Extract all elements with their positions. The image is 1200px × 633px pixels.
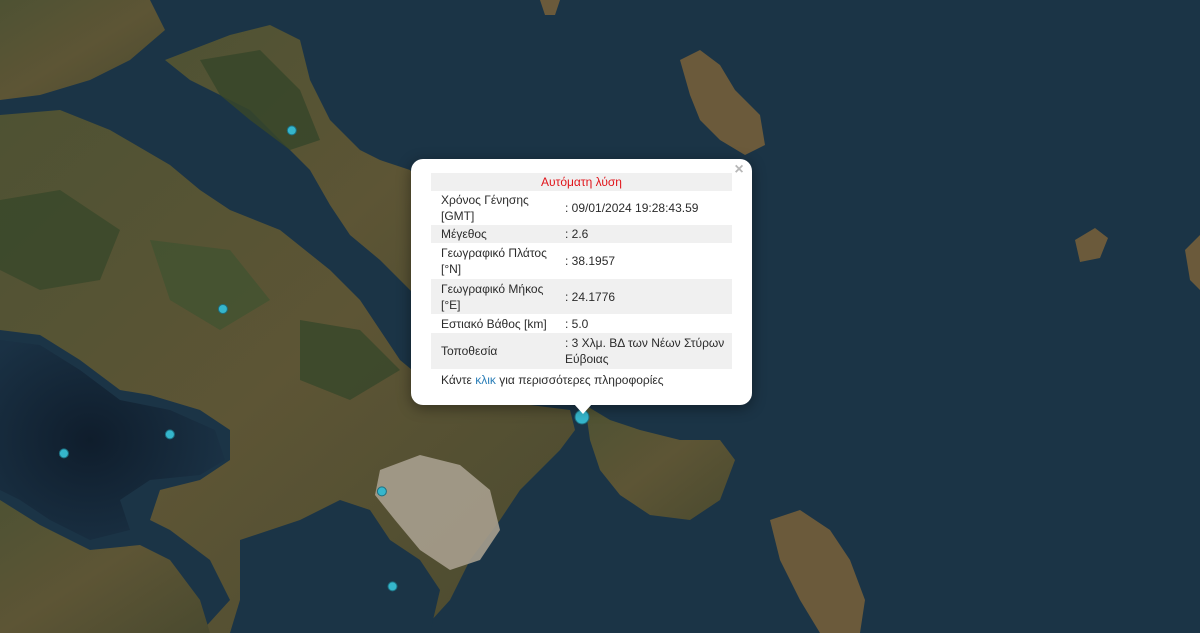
popup-content: Αυτόματη λύση Χρόνος Γένησης [GMT] : 09/… [431, 173, 732, 388]
info-value: : 3 Χλμ. ΒΔ των Νέων Στύρων Εύβοιας [565, 336, 725, 366]
info-label: Χρόνος Γένησης [GMT] [441, 193, 529, 223]
quake-marker[interactable] [217, 304, 228, 314]
info-label: Γεωγραφικό Πλάτος [°N] [441, 246, 547, 276]
quake-marker[interactable] [376, 486, 387, 497]
more-info-suffix: για περισσότερες πληροφορίες [499, 373, 664, 387]
quake-marker[interactable] [58, 448, 69, 459]
info-row-depth: Εστιακό Βάθος [km] : 5.0 [431, 314, 732, 333]
more-info-prefix: Κάντε [441, 373, 472, 387]
quake-marker[interactable] [387, 581, 398, 592]
info-value: : 38.1957 [565, 254, 616, 268]
info-row-latitude: Γεωγραφικό Πλάτος [°N] : 38.1957 [431, 243, 732, 279]
info-label: Εστιακό Βάθος [km] [441, 316, 547, 331]
more-info-line: Κάντε κλικ για περισσότερες πληροφορίες [431, 372, 732, 388]
popup-tip [574, 404, 592, 414]
earthquake-info-table: Χρόνος Γένησης [GMT] : 09/01/2024 19:28:… [431, 191, 732, 369]
info-value: : 24.1776 [565, 289, 616, 304]
info-row-longitude: Γεωγραφικό Μήκος [°E] : 24.1776 [431, 279, 732, 314]
info-value: : 2.6 [565, 227, 589, 241]
info-value: : 09/01/2024 19:28:43.59 [565, 201, 699, 215]
popup-heading: Αυτόματη λύση [431, 173, 732, 191]
info-value: : 5.0 [565, 316, 589, 331]
earthquake-popup: × Αυτόματη λύση Χρόνος Γένησης [GMT] : 0… [411, 159, 752, 414]
quake-marker[interactable] [164, 429, 175, 440]
info-row-magnitude: Μέγεθος : 2.6 [431, 225, 732, 243]
quake-marker[interactable] [286, 125, 297, 136]
info-label: Τοποθεσία [441, 344, 498, 358]
more-info-link[interactable]: κλικ [475, 373, 496, 387]
info-row-origin-time: Χρόνος Γένησης [GMT] : 09/01/2024 19:28:… [431, 191, 732, 225]
info-label: Γεωγραφικό Μήκος [°E] [441, 281, 544, 312]
info-row-location: Τοποθεσία : 3 Χλμ. ΒΔ των Νέων Στύρων Εύ… [431, 333, 732, 369]
info-label: Μέγεθος [441, 227, 487, 241]
close-icon[interactable]: × [732, 162, 746, 178]
